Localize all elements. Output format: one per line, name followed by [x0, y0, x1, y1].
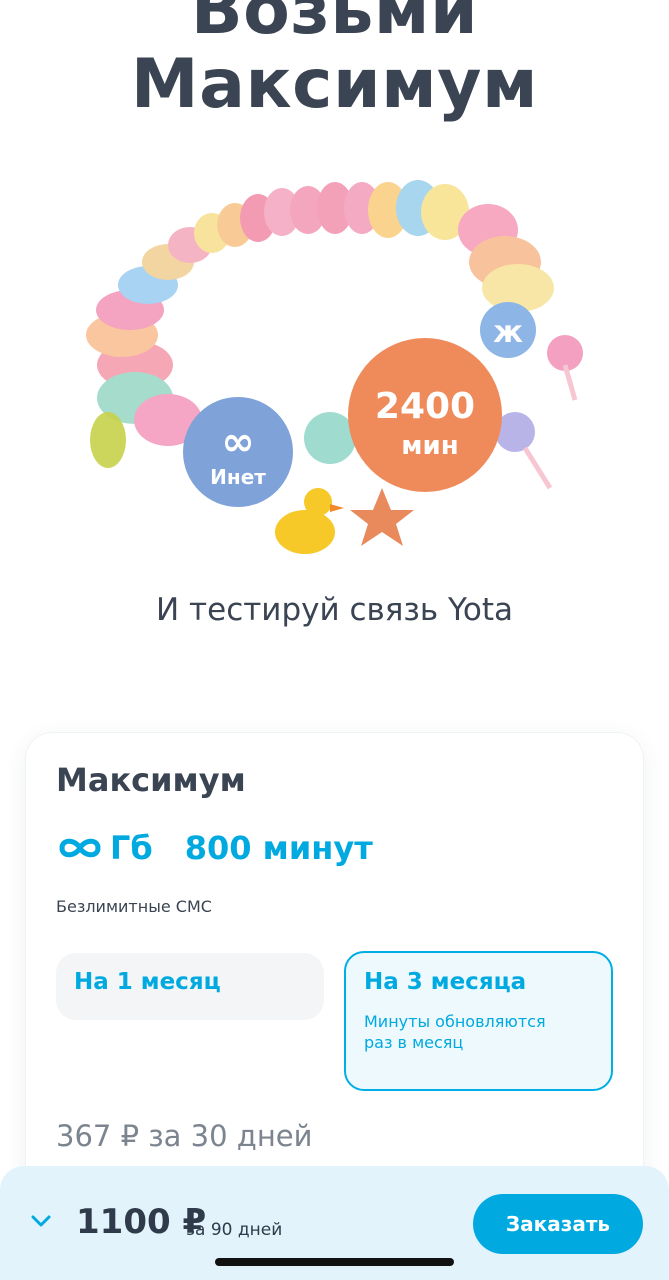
plan-name: Максимум	[56, 761, 246, 799]
chevron-down-icon[interactable]	[30, 1214, 52, 1228]
internet-amount: Гб	[110, 829, 153, 867]
home-indicator	[215, 1258, 454, 1266]
minutes-amount: 800 минут	[184, 829, 373, 867]
internet-bead-label: Инет	[210, 465, 266, 489]
sms-info: Безлимитные СМС	[56, 897, 212, 916]
period-option-label: На 1 месяц	[74, 969, 221, 995]
orange-minutes-bead: 2400 мин	[348, 338, 502, 492]
monthly-price: 367 ₽ за 30 дней	[56, 1119, 313, 1153]
plan-metrics: Гб 800 минут	[56, 829, 373, 867]
hero-title: Возьми Максимум	[0, 0, 669, 122]
hero-title-line1: Возьми	[190, 0, 479, 50]
duck-charm	[275, 488, 344, 554]
blue-internet-bead: ∞ Инет	[183, 397, 293, 507]
svg-text:ж: ж	[493, 315, 523, 350]
infinity-icon	[59, 838, 101, 858]
star-charm	[350, 488, 414, 546]
hero-title-line2: Максимум	[130, 45, 539, 124]
svg-text:∞: ∞	[221, 419, 254, 465]
total-period: за 90 дней	[186, 1220, 283, 1240]
hero-subtitle: И тестируй связь Yota	[156, 592, 513, 628]
order-button[interactable]: Заказать	[473, 1194, 643, 1254]
period-option-1-month[interactable]: На 1 месяц	[56, 953, 324, 1020]
gummy-bear	[90, 412, 126, 468]
screen: Возьми Максимум ж 2400 мин ∞ Инет И тест…	[0, 0, 669, 1280]
period-option-note: Минуты обновляются раз в месяц	[364, 1012, 546, 1052]
minutes-bead-unit: мин	[401, 431, 458, 461]
bracelet-illustration: ж 2400 мин ∞ Инет	[86, 180, 583, 554]
period-option-3-months[interactable]: На 3 месяца Минуты обновляются раз в мес…	[344, 951, 613, 1091]
period-option-label: На 3 месяца	[364, 969, 527, 995]
minutes-bead-value: 2400	[375, 386, 475, 427]
